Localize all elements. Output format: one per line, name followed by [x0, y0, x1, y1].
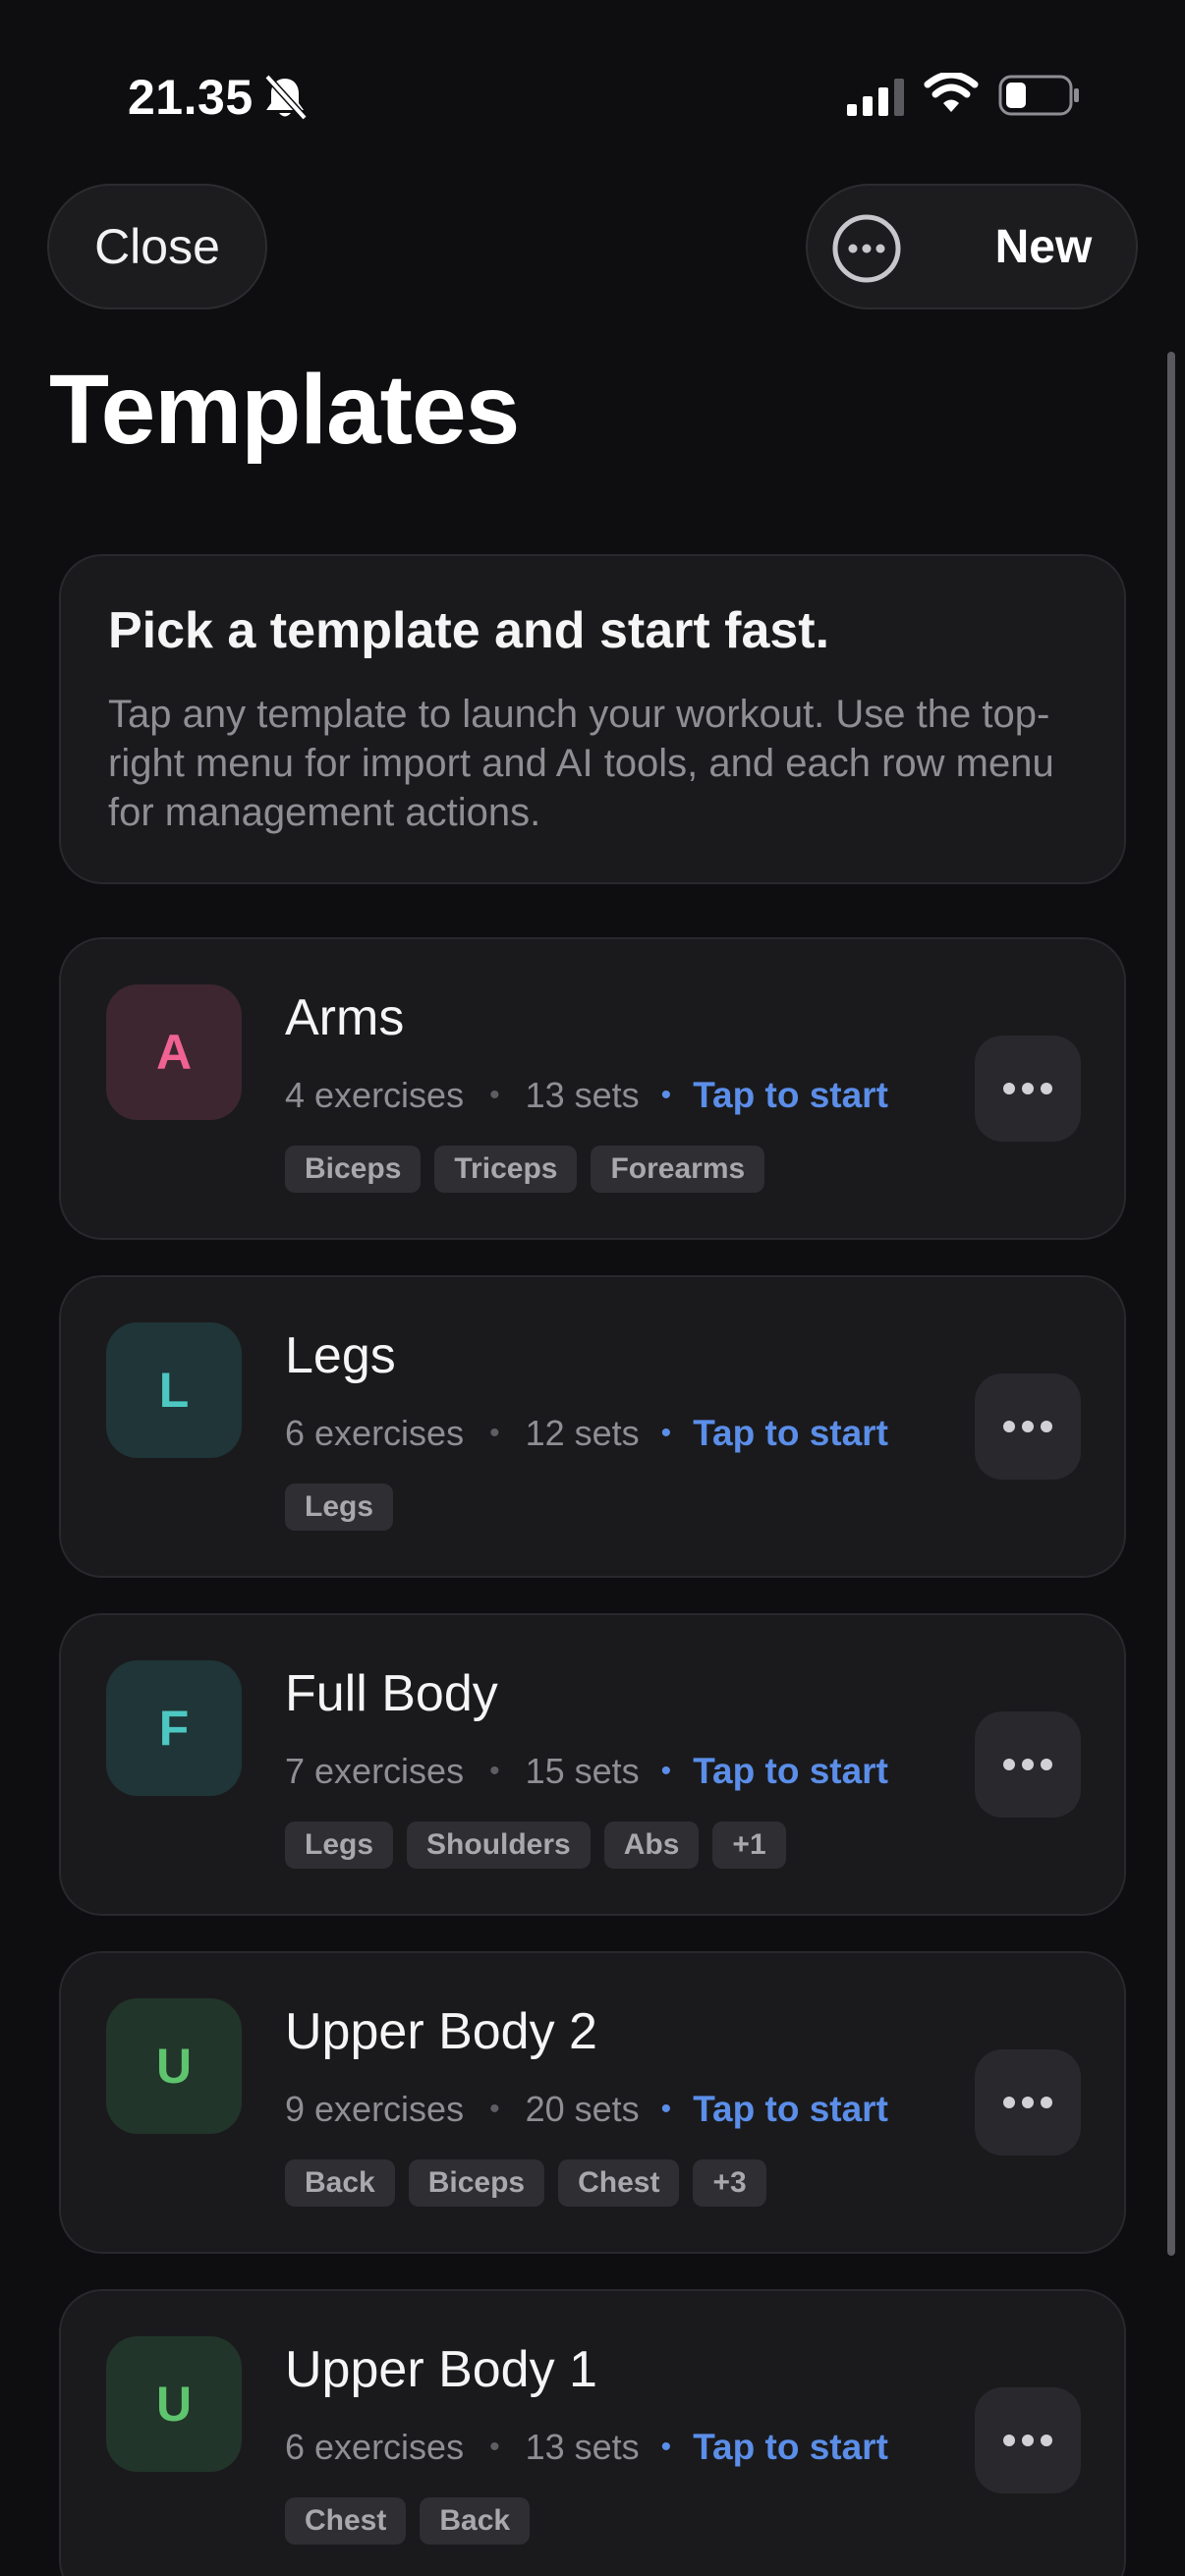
tag: Triceps	[434, 1146, 578, 1193]
tag: Chest	[285, 2497, 407, 2545]
template-card-arms[interactable]: A Arms 4 exercises • 13 sets • Tap to st…	[59, 937, 1126, 1240]
separator-dot: •	[660, 1755, 672, 1787]
separator-dot: •	[489, 2093, 500, 2125]
template-card-upper-body-2[interactable]: U Upper Body 2 9 exercises • 20 sets • T…	[59, 1951, 1126, 2254]
row-menu-button[interactable]	[975, 1036, 1081, 1142]
set-count: 20 sets	[525, 2089, 640, 2129]
ellipsis-icon	[1003, 1083, 1052, 1094]
ellipsis-icon	[1003, 1759, 1052, 1770]
battery-icon	[998, 75, 1079, 116]
separator-dot: •	[489, 1079, 500, 1111]
template-name: Arms	[285, 989, 405, 1046]
tag-list: Legs Shoulders Abs +1	[285, 1821, 786, 1869]
tag-list: Biceps Triceps Forearms	[285, 1146, 765, 1193]
row-menu-button[interactable]	[975, 2049, 1081, 2156]
separator-dot: •	[489, 1755, 500, 1787]
template-avatar: A	[106, 984, 242, 1120]
template-name: Legs	[285, 1327, 396, 1384]
template-meta: 4 exercises • 13 sets • Tap to start	[285, 1075, 888, 1116]
top-right-actions: New	[806, 184, 1138, 309]
info-title: Pick a template and start fast.	[108, 602, 830, 659]
tap-to-start-link[interactable]: Tap to start	[693, 1413, 888, 1454]
template-name: Full Body	[285, 1665, 498, 1722]
template-avatar: U	[106, 2336, 242, 2472]
tag-list: Legs	[285, 1484, 394, 1531]
wifi-icon	[924, 73, 979, 112]
template-avatar: U	[106, 1998, 242, 2134]
template-meta: 9 exercises • 20 sets • Tap to start	[285, 2089, 888, 2130]
set-count: 13 sets	[525, 2427, 640, 2467]
separator-dot: •	[660, 2431, 672, 2463]
separator-dot: •	[489, 2431, 500, 2463]
tag: Back	[420, 2497, 531, 2545]
row-menu-button[interactable]	[975, 2387, 1081, 2493]
template-card-upper-body-1[interactable]: U Upper Body 1 6 exercises • 13 sets • T…	[59, 2289, 1126, 2576]
separator-dot: •	[660, 1417, 672, 1449]
separator-dot: •	[660, 2093, 672, 2125]
exercise-count: 6 exercises	[285, 2427, 465, 2467]
template-avatar: F	[106, 1660, 242, 1796]
info-card: Pick a template and start fast. Tap any …	[59, 554, 1126, 884]
ellipsis-icon	[1003, 2435, 1052, 2446]
template-meta: 6 exercises • 13 sets • Tap to start	[285, 2427, 888, 2468]
exercise-count: 7 exercises	[285, 1751, 465, 1791]
exercise-count: 4 exercises	[285, 1075, 465, 1115]
template-name: Upper Body 1	[285, 2341, 597, 2398]
cellular-signal-icon	[847, 79, 904, 116]
separator-dot: •	[489, 1417, 500, 1449]
tap-to-start-link[interactable]: Tap to start	[693, 1075, 888, 1116]
tap-to-start-link[interactable]: Tap to start	[693, 1751, 888, 1792]
template-avatar: L	[106, 1322, 242, 1458]
tag: Legs	[285, 1821, 394, 1869]
ellipsis-icon	[1003, 1421, 1052, 1432]
row-menu-button[interactable]	[975, 1373, 1081, 1480]
tag: Legs	[285, 1484, 394, 1531]
tag: Forearms	[591, 1146, 765, 1193]
set-count: 13 sets	[525, 1075, 640, 1115]
close-button[interactable]: Close	[47, 184, 267, 309]
set-count: 12 sets	[525, 1413, 640, 1453]
template-name: Upper Body 2	[285, 2003, 597, 2060]
info-body: Tap any template to launch your workout.…	[108, 693, 1054, 834]
tap-to-start-link[interactable]: Tap to start	[693, 2427, 888, 2468]
set-count: 15 sets	[525, 1751, 640, 1791]
template-meta: 6 exercises • 12 sets • Tap to start	[285, 1413, 888, 1454]
separator-dot: •	[660, 1079, 672, 1111]
status-time: 21.35	[128, 70, 254, 125]
ellipsis-circle-icon[interactable]	[831, 213, 902, 284]
template-card-legs[interactable]: L Legs 6 exercises • 12 sets • Tap to st…	[59, 1275, 1126, 1578]
template-meta: 7 exercises • 15 sets • Tap to start	[285, 1751, 888, 1792]
tag: Biceps	[408, 2159, 545, 2207]
tag: Chest	[558, 2159, 680, 2207]
exercise-count: 6 exercises	[285, 1413, 465, 1453]
bell-slash-icon	[264, 74, 308, 121]
tag-list: Back Biceps Chest +3	[285, 2159, 766, 2207]
tag: Back	[285, 2159, 395, 2207]
tag: Shoulders	[407, 1821, 591, 1869]
template-card-full-body[interactable]: F Full Body 7 exercises • 15 sets • Tap …	[59, 1613, 1126, 1916]
exercise-count: 9 exercises	[285, 2089, 465, 2129]
tag-more-count: +3	[693, 2159, 766, 2207]
page-title: Templates	[49, 355, 520, 465]
tag-more-count: +1	[712, 1821, 786, 1869]
row-menu-button[interactable]	[975, 1711, 1081, 1818]
scrollbar[interactable]	[1167, 352, 1175, 2256]
ellipsis-icon	[1003, 2097, 1052, 2108]
tag-list: Chest Back	[285, 2497, 531, 2545]
tag: Biceps	[285, 1146, 422, 1193]
tag: Abs	[603, 1821, 700, 1869]
status-bar: 21.35	[0, 0, 1185, 187]
tap-to-start-link[interactable]: Tap to start	[693, 2089, 888, 2130]
new-template-button[interactable]: New	[955, 186, 1132, 308]
